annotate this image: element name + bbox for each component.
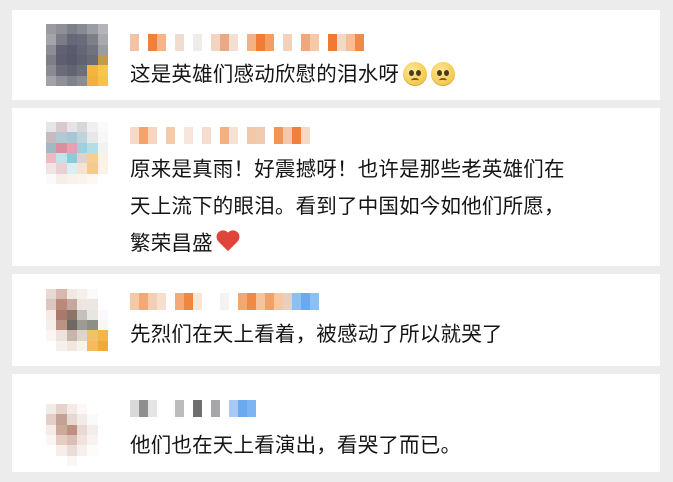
comment-card[interactable]: 先烈们在天上看着，被感动了所以就哭了: [12, 274, 660, 366]
username-mosaic[interactable]: [130, 293, 319, 310]
username-mosaic[interactable]: [130, 34, 364, 51]
comment-card[interactable]: 原来是真雨！好震撼呀！也许是那些老英雄们在 天上流下的眼泪。看到了中国如今如他们…: [12, 108, 660, 266]
pleading-face-icon: [403, 62, 428, 86]
comment-line: 繁荣昌盛: [130, 231, 213, 255]
comment-text: 先烈们在天上看着，被感动了所以就哭了: [130, 316, 645, 353]
comment-feed: 这是英雄们感动欣慰的泪水呀 原来是真雨！好震撼呀！也许是那些老英雄们在 天上流下…: [0, 0, 673, 482]
comment-line: 原来是真雨！好震撼呀！也许是那些老英雄们在: [130, 157, 565, 181]
comment-text: 他们也在天上看演出，看哭了而已。: [130, 427, 645, 464]
comment-text: 原来是真雨！好震撼呀！也许是那些老英雄们在 天上流下的眼泪。看到了中国如今如他们…: [130, 151, 645, 262]
comment-text-content: 这是英雄们感动欣慰的泪水呀: [130, 62, 400, 86]
heart-icon: [215, 231, 241, 253]
username-mosaic[interactable]: [130, 127, 310, 144]
avatar[interactable]: [46, 404, 108, 466]
comment-card[interactable]: 他们也在天上看演出，看哭了而已。: [12, 374, 660, 472]
comment-text-content: 先烈们在天上看着，被感动了所以就哭了: [130, 322, 503, 346]
comment-text: 这是英雄们感动欣慰的泪水呀: [130, 56, 645, 93]
comment-line: 天上流下的眼泪。看到了中国如今如他们所愿，: [130, 194, 565, 218]
avatar[interactable]: [46, 24, 108, 86]
username-mosaic[interactable]: [130, 400, 256, 417]
avatar[interactable]: [46, 289, 108, 351]
comment-card[interactable]: 这是英雄们感动欣慰的泪水呀: [12, 10, 660, 100]
pleading-face-icon: [431, 62, 456, 86]
avatar[interactable]: [46, 122, 108, 184]
comment-text-content: 他们也在天上看演出，看哭了而已。: [130, 433, 462, 457]
